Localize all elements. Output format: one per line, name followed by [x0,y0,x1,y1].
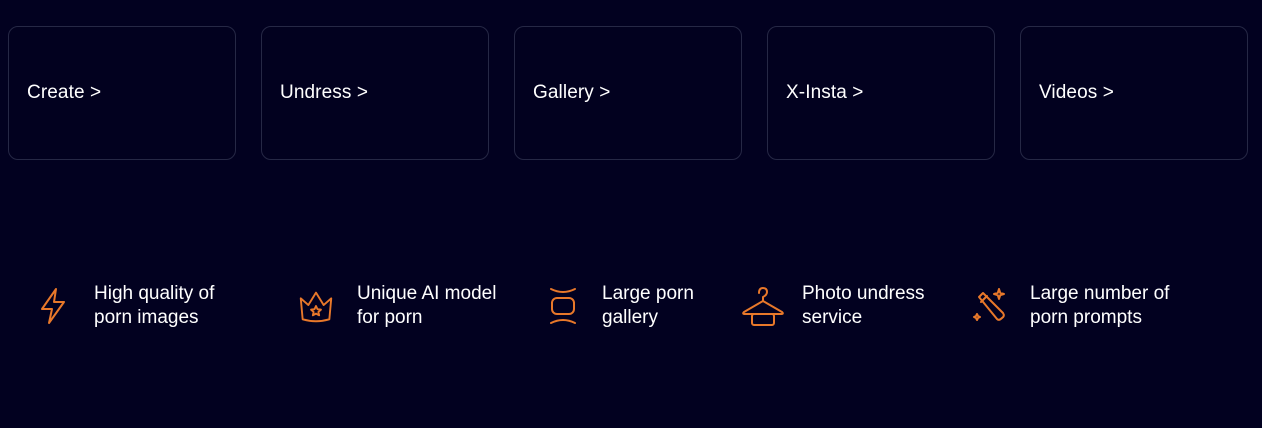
feature-line: porn images [94,307,199,328]
feature-line: service [802,307,863,328]
nav-card-create[interactable]: Create > [8,26,236,160]
feature-text: High quality of porn images [94,282,214,330]
feature-prompts: Large number of porn prompts [970,282,1169,330]
gallery-frame-icon [543,284,583,328]
nav-card-gallery[interactable]: Gallery > [514,26,742,160]
lightning-icon [34,284,74,328]
nav-card-label: Videos > [1039,82,1114,103]
feature-text: Large number of porn prompts [1030,282,1169,330]
page-root: Create > Undress > Gallery > X-Insta > V… [0,0,1262,428]
feature-line: Large porn [602,283,694,304]
nav-card-row: Create > Undress > Gallery > X-Insta > V… [8,26,1248,160]
feature-line: Large number of [1030,283,1170,304]
feature-gallery: Large porn gallery [543,282,694,330]
feature-list: High quality of porn images Unique AI mo… [0,282,1262,332]
feature-high-quality: High quality of porn images [34,282,214,330]
feature-photo-undress: Photo undress service [740,282,925,330]
feature-line: for porn [357,307,423,328]
feature-unique-model: Unique AI model for porn [296,282,496,330]
crown-icon [296,284,336,328]
hanger-icon [740,284,786,328]
nav-card-label: Undress > [280,82,369,103]
nav-card-label: Create > [27,82,102,103]
feature-text: Large porn gallery [602,282,694,330]
feature-line: High quality of [94,283,215,304]
feature-text: Unique AI model for porn [357,282,496,330]
feature-line: porn prompts [1030,307,1142,328]
nav-card-x-insta[interactable]: X-Insta > [767,26,995,160]
nav-card-videos[interactable]: Videos > [1020,26,1248,160]
magic-wand-icon [970,284,1010,328]
feature-text: Photo undress service [802,282,925,330]
feature-line: Photo undress [802,283,925,304]
feature-line: Unique AI model [357,283,497,304]
feature-line: gallery [602,307,658,328]
nav-card-undress[interactable]: Undress > [261,26,489,160]
nav-card-label: Gallery > [533,82,611,103]
nav-card-label: X-Insta > [786,82,864,103]
